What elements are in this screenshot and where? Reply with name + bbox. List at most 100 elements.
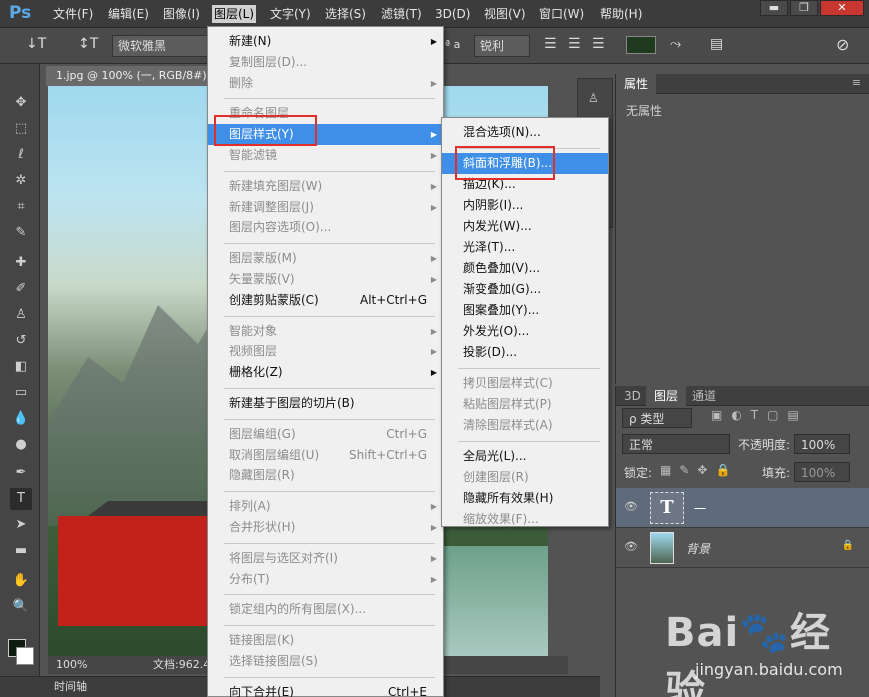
zoom-level[interactable]: 100%	[56, 656, 87, 674]
cancel-icon[interactable]: ⊘	[836, 35, 849, 54]
layer-menu-item[interactable]: 新建(N) ▶	[208, 31, 443, 52]
text-orientation-icon[interactable]: ↕T	[78, 36, 98, 52]
dodge-tool-icon[interactable]: ●	[10, 434, 32, 456]
menu-select[interactable]: 选择(S)	[323, 5, 368, 23]
eyedropper-icon[interactable]: ✎	[10, 222, 32, 244]
align-center-icon[interactable]: ☰	[568, 36, 581, 52]
tab-channels[interactable]: 通道	[684, 386, 724, 406]
style-submenu-item[interactable]: 拷贝图层样式(C)	[442, 373, 608, 394]
zoom-tool-icon[interactable]: 🔍	[10, 596, 32, 618]
menu-edit[interactable]: 编辑(E)	[106, 5, 151, 23]
style-submenu-item[interactable]: 颜色叠加(V)...	[442, 258, 608, 279]
layer-menu-item[interactable]: 重命名图层...	[208, 103, 443, 124]
document-tab[interactable]: 1.jpg @ 100% (一, RGB/8#)	[46, 66, 216, 86]
path-select-icon[interactable]: ➤	[10, 514, 32, 536]
menu-window[interactable]: 窗口(W)	[537, 5, 586, 23]
menu-image[interactable]: 图像(I)	[161, 5, 202, 23]
layer-menu-item[interactable]: 选择链接图层(S)	[208, 651, 443, 672]
fill-field[interactable]: 100%	[794, 462, 850, 482]
style-submenu-item[interactable]: 内阴影(I)...	[442, 195, 608, 216]
filter-icons[interactable]: ▣◐T▢▤	[711, 408, 808, 422]
layer-menu-item[interactable]: 智能对象 ▶	[208, 321, 443, 342]
style-submenu-item[interactable]: 投影(D)...	[442, 342, 608, 363]
crop-tool-icon[interactable]: ⌗	[10, 196, 32, 218]
tab-3d[interactable]: 3D	[616, 386, 649, 406]
layer-name[interactable]: 一	[694, 500, 706, 517]
magic-wand-icon[interactable]: ✲	[10, 170, 32, 192]
style-submenu-item[interactable]: 混合选项(N)...	[442, 122, 608, 143]
marquee-tool-icon[interactable]: ⬚	[10, 118, 32, 140]
style-submenu-item[interactable]: 粘贴图层样式(P)	[442, 394, 608, 415]
healing-brush-icon[interactable]: ✚	[10, 252, 32, 274]
layer-menu-item[interactable]: 图层内容选项(O)...	[208, 217, 443, 238]
visibility-eye-icon[interactable]: 👁	[624, 500, 638, 513]
layer-menu-item[interactable]: 新建调整图层(J) ▶	[208, 197, 443, 218]
layer-menu-item[interactable]: 创建剪贴蒙版(C) Alt+Ctrl+G	[208, 290, 443, 311]
layer-filter-select[interactable]: ρ 类型	[622, 408, 692, 428]
text-color-swatch[interactable]	[626, 36, 656, 54]
style-submenu-item[interactable]: 清除图层样式(A)	[442, 415, 608, 436]
timeline-label[interactable]: 时间轴	[54, 677, 87, 697]
style-submenu-item[interactable]: 全局光(L)...	[442, 446, 608, 467]
blur-tool-icon[interactable]: 💧	[10, 408, 32, 430]
layer-menu-item[interactable]: 新建填充图层(W) ▶	[208, 176, 443, 197]
layer-row-background[interactable]: 👁 背景 🔒	[616, 528, 869, 568]
tab-layers[interactable]: 图层	[646, 386, 687, 406]
antialias-select[interactable]: 锐利	[474, 35, 530, 57]
menu-3d[interactable]: 3D(D)	[433, 5, 472, 23]
layer-menu-item[interactable]: 栅格化(Z) ▶	[208, 362, 443, 383]
layer-menu-item[interactable]: 合并形状(H) ▶	[208, 517, 443, 538]
panel-menu-icon[interactable]: ≡	[852, 76, 861, 89]
close-button[interactable]: ✕	[820, 0, 864, 16]
style-submenu-item[interactable]: 光泽(T)...	[442, 237, 608, 258]
layer-name[interactable]: 背景	[686, 540, 710, 557]
type-tool-preset-icon[interactable]: ↓T	[26, 36, 46, 52]
type-tool-icon[interactable]: T	[10, 488, 32, 510]
blend-mode-select[interactable]: 正常	[622, 434, 730, 454]
menu-view[interactable]: 视图(V)	[482, 5, 528, 23]
layer-menu-item[interactable]: 分布(T) ▶	[208, 569, 443, 590]
font-family-select[interactable]: 微软雅黑	[112, 35, 212, 57]
style-submenu-item[interactable]: 外发光(O)...	[442, 321, 608, 342]
menu-file[interactable]: 文件(F)	[51, 5, 95, 23]
layer-menu-item[interactable]: 智能滤镜 ▶	[208, 145, 443, 166]
shape-tool-icon[interactable]: ▬	[10, 540, 32, 562]
layer-menu-item[interactable]: 取消图层编组(U) Shift+Ctrl+G	[208, 445, 443, 466]
layer-menu-item[interactable]: 矢量蒙版(V) ▶	[208, 269, 443, 290]
restore-button[interactable]: ❐	[790, 0, 818, 16]
warp-text-icon[interactable]: ⤳	[670, 36, 681, 52]
pen-tool-icon[interactable]: ✒	[10, 462, 32, 484]
style-submenu-item[interactable]: 创建图层(R)	[442, 467, 608, 488]
character-panel-icon[interactable]: ▤	[710, 36, 723, 52]
menu-filter[interactable]: 滤镜(T)	[379, 5, 424, 23]
style-submenu-item[interactable]: 斜面和浮雕(B)...	[442, 153, 608, 174]
hand-tool-icon[interactable]: ✋	[10, 570, 32, 592]
layer-menu-item[interactable]: 图层样式(Y) ▶	[208, 124, 443, 146]
brush-tool-icon[interactable]: ✐	[10, 278, 32, 300]
eraser-tool-icon[interactable]: ◧	[10, 356, 32, 378]
layer-row-text[interactable]: 👁 T 一	[616, 488, 869, 528]
layer-menu-item[interactable]: 视频图层 ▶	[208, 341, 443, 362]
menu-type[interactable]: 文字(Y)	[268, 5, 313, 23]
layer-menu-item[interactable]: 链接图层(K)	[208, 630, 443, 651]
style-submenu-item[interactable]: 隐藏所有效果(H)	[442, 488, 608, 509]
align-right-icon[interactable]: ☰	[592, 36, 605, 52]
lock-icons[interactable]: ▦✎✥🔒	[660, 463, 738, 477]
layer-menu-item[interactable]: 删除 ▶	[208, 73, 443, 94]
stamp-panel-icon[interactable]: ♙	[588, 91, 599, 105]
layer-menu-item[interactable]: 新建基于图层的切片(B)	[208, 393, 443, 414]
layer-menu-item[interactable]: 将图层与选区对齐(I) ▶	[208, 548, 443, 569]
move-tool-icon[interactable]: ✥	[10, 92, 32, 114]
opacity-field[interactable]: 100%	[794, 434, 850, 454]
background-color-swatch[interactable]	[16, 647, 34, 665]
minimize-button[interactable]: ▬	[760, 0, 788, 16]
style-submenu-item[interactable]: 图案叠加(Y)...	[442, 300, 608, 321]
visibility-eye-icon[interactable]: 👁	[624, 540, 638, 553]
style-submenu-item[interactable]: 描边(K)...	[442, 174, 608, 195]
layer-menu-item[interactable]: 锁定组内的所有图层(X)...	[208, 599, 443, 620]
layer-menu-item[interactable]: 排列(A) ▶	[208, 496, 443, 517]
menu-help[interactable]: 帮助(H)	[598, 5, 644, 23]
style-submenu-item[interactable]: 内发光(W)...	[442, 216, 608, 237]
style-submenu-item[interactable]: 缩放效果(F)...	[442, 509, 608, 530]
gradient-tool-icon[interactable]: ▭	[10, 382, 32, 404]
